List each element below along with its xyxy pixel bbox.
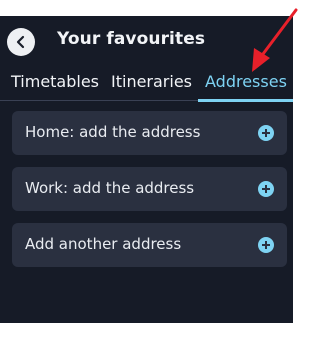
tab-timetables[interactable]: Timetables [11,72,99,91]
address-work-card[interactable]: Work: add the address [12,167,287,211]
page-title: Your favourites [57,29,206,49]
plus-circle-icon[interactable] [258,125,274,141]
screen: Your favourites Timetables Itineraries A… [0,0,300,343]
address-work-label: Work: add the address [25,179,195,197]
back-button[interactable] [7,28,35,56]
tab-itineraries[interactable]: Itineraries [111,72,192,91]
chevron-left-icon [16,35,25,49]
annotation-arrow-icon [252,8,298,72]
add-another-address-label: Add another address [25,235,182,253]
plus-circle-icon[interactable] [258,181,274,197]
plus-circle-icon[interactable] [258,237,274,253]
active-tab-indicator [198,99,293,102]
address-home-label: Home: add the address [25,123,201,141]
address-home-card[interactable]: Home: add the address [12,111,287,155]
add-another-address-card[interactable]: Add another address [12,223,287,267]
